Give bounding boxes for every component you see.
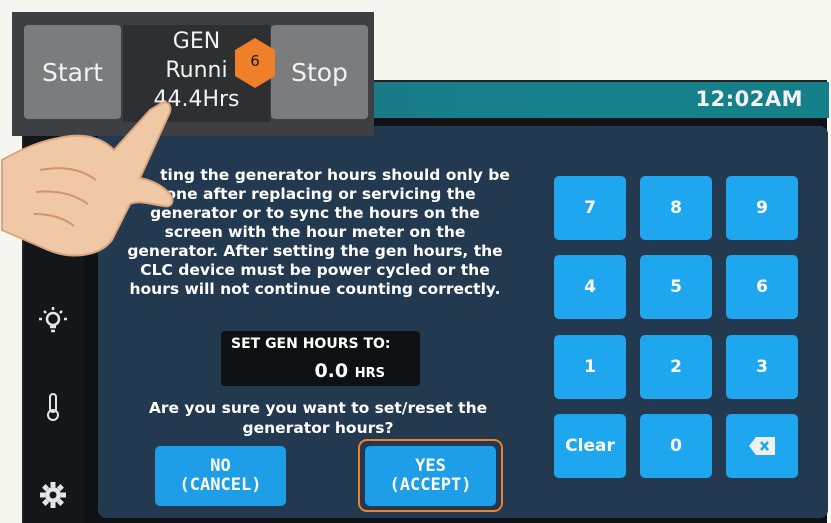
- accept-label-2: (ACCEPT): [389, 475, 472, 495]
- key-8[interactable]: 8: [640, 176, 712, 240]
- cancel-button[interactable]: NO (CANCEL): [155, 446, 286, 506]
- question-line: Are you sure you want to set/reset the: [148, 399, 488, 417]
- set-gen-hours-label: SET GEN HOURS TO:: [231, 336, 391, 352]
- cancel-label-2: (CANCEL): [179, 475, 262, 495]
- pointing-hand-icon: [0, 101, 174, 257]
- accept-label-1: YES: [415, 456, 446, 476]
- set-gen-hours-value: 0.0 HRS: [314, 360, 385, 382]
- step-number: 6: [250, 52, 260, 70]
- key-5[interactable]: 5: [640, 255, 712, 319]
- confirm-question: Are you sure you want to set/reset the g…: [118, 398, 518, 438]
- key-clear[interactable]: Clear: [554, 414, 626, 478]
- hours-number: 0.0: [314, 360, 349, 382]
- key-9[interactable]: 9: [726, 176, 798, 240]
- key-0[interactable]: 0: [640, 414, 712, 478]
- key-6[interactable]: 6: [726, 255, 798, 319]
- clock: 12:02AM: [695, 87, 803, 111]
- key-7[interactable]: 7: [554, 176, 626, 240]
- key-4[interactable]: 4: [554, 255, 626, 319]
- accept-button[interactable]: YES (ACCEPT): [365, 446, 496, 506]
- backspace-icon: [749, 437, 775, 455]
- stop-button[interactable]: Stop: [271, 25, 368, 119]
- key-1[interactable]: 1: [554, 335, 626, 399]
- gear-icon[interactable]: [36, 478, 70, 512]
- light-bulb-icon[interactable]: [36, 304, 70, 338]
- hours-unit: HRS: [354, 366, 385, 381]
- warning-line: CLC device must be power cycled or the: [140, 261, 490, 279]
- thermometer-icon[interactable]: [36, 390, 70, 424]
- step-badge: 6: [231, 36, 279, 96]
- key-2[interactable]: 2: [640, 335, 712, 399]
- question-line: generator hours?: [242, 419, 394, 437]
- warning-line: hours will not continue counting correct…: [129, 280, 501, 298]
- cancel-label-1: NO: [210, 456, 231, 476]
- key-backspace[interactable]: [726, 414, 798, 478]
- key-3[interactable]: 3: [726, 335, 798, 399]
- set-gen-hours-display: SET GEN HOURS TO: 0.0 HRS: [221, 331, 420, 386]
